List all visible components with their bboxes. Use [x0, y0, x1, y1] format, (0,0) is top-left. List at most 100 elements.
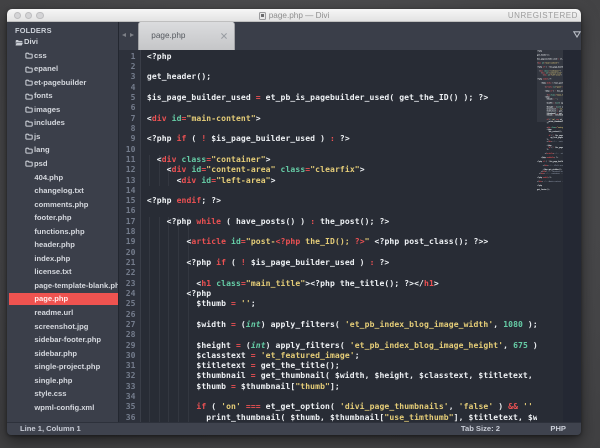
code-line: $thumb = '';: [146, 299, 256, 309]
line-number: 12: [125, 165, 136, 175]
line-number: 9: [130, 134, 136, 144]
code-line: $thumbnail = get_thumbnail( $width, $hei…: [146, 371, 533, 381]
code-line: $titletext = get_the_title();: [146, 361, 340, 371]
sidebar: FOLDERS Divi css epanel et-pagebuilder fonts…: [7, 22, 119, 422]
tree-file-style.css[interactable]: style.css: [7, 387, 118, 401]
code-line: </div> <!-- #left-area -->: [537, 164, 563, 167]
tree-file-footer.php[interactable]: footer.php: [7, 211, 118, 225]
line-number: 6: [130, 103, 136, 113]
tree-item-label: sidebar-footer.php: [34, 335, 102, 345]
tree-item-label: header.php: [34, 240, 75, 250]
tree-file-404.php[interactable]: 404.php: [7, 170, 118, 184]
tab-scroll-arrows: [121, 33, 134, 37]
tree-item-label: images: [34, 104, 61, 114]
tree-item-label: psd: [34, 158, 48, 168]
tree-item-label: Divi: [24, 37, 38, 47]
tree-file-single.php[interactable]: single.php: [7, 373, 118, 387]
line-number-gutter[interactable]: 1 2 3 4 5 6 7 8 9 10 11 12 13 14 15 16 17 18 19 20 21 22 23 24 2…: [118, 50, 141, 422]
line-number: 33: [125, 381, 136, 391]
tree-item-label: readme.url: [34, 308, 74, 317]
tree-file-header.php[interactable]: header.php: [7, 238, 118, 252]
line-number: 19: [125, 237, 136, 247]
code-line: print_thumbnail( $thumb, $thumbnail["use…: [146, 412, 537, 422]
tab-close-icon[interactable]: [220, 32, 228, 40]
cursor-position-label: Line 1, Column 1: [20, 424, 81, 433]
line-number: 13: [125, 175, 136, 185]
tab-overflow-icon[interactable]: [573, 31, 581, 39]
line-number: 34: [125, 392, 136, 402]
line-number: 4: [130, 82, 136, 92]
tree-item-label: includes: [34, 118, 65, 128]
scrollbar-track[interactable]: [562, 50, 581, 422]
tree-file-changelog.txt[interactable]: changelog.txt: [7, 184, 118, 198]
tree-file-index.php[interactable]: index.php: [7, 252, 118, 266]
tree-item-label: comments.php: [34, 199, 89, 209]
code-line: $classtext = 'et_featured_image';: [146, 350, 360, 360]
tree-file-wpml-config.xml[interactable]: wpml-config.xml: [7, 401, 118, 415]
status-bar: Line 1, Column 1 Tab Size: 2 PHP: [7, 422, 581, 435]
title-group: page.php — Divi: [7, 9, 581, 22]
tree-item-label: page.php: [34, 294, 69, 304]
line-number: 21: [125, 258, 136, 268]
minimap[interactable]: <?php get_header(); $is_page_builder_use…: [537, 50, 563, 422]
tree-item-label: page-template-blank.php: [34, 280, 119, 290]
code-line: <div id="content-area" class="clearfix">: [146, 165, 365, 175]
tab-size-label[interactable]: Tab Size: 2: [461, 423, 500, 435]
line-number: 17: [125, 216, 136, 226]
line-number: 5: [130, 93, 136, 103]
code-line: </div> <!-- .container -->: [537, 172, 563, 175]
line-numbers: 1 2 3 4 5 6 7 8 9 10 11 12 13 14 15 16 17 18 19 20 21 22 23 24 2…: [119, 52, 141, 422]
editor-area[interactable]: 1 2 3 4 5 6 7 8 9 10 11 12 13 14 15 16 17 18 19 20 21 22 23 24 2…: [118, 50, 581, 422]
tree-item-label: epanel: [34, 64, 59, 74]
tree-item-label: fonts: [34, 91, 53, 101]
tree-file-functions.php[interactable]: functions.php: [7, 224, 118, 238]
code-line: $thumb = $thumbnail["thumb"];: [146, 381, 340, 391]
line-number: 23: [125, 278, 136, 288]
tree-file-page-template-blank.php[interactable]: page-template-blank.php: [7, 279, 119, 293]
code-line: <h1 class="main_title"><?php the_title()…: [146, 278, 439, 288]
code-line: <article id="post-<?php the_ID(); ?>" <?…: [146, 237, 489, 247]
code-line: <div class="container">: [146, 154, 271, 164]
code-line: <?php endif; ?>: [146, 196, 222, 206]
tab-label: page.php: [151, 31, 186, 40]
tree-item-label: single-project.php: [34, 362, 101, 372]
code-line: $width = (int) apply_filters( 'et_pb_ind…: [146, 319, 537, 329]
tree-file-readme.url[interactable]: readme.url: [7, 306, 118, 320]
tree-file-comments.php[interactable]: comments.php: [7, 197, 118, 211]
tree-item-label: footer.php: [34, 213, 72, 223]
tree-item-label: changelog.txt: [34, 186, 84, 196]
tab-scroll-left-icon[interactable]: [121, 33, 126, 37]
tree-file-screenshot.jpg[interactable]: screenshot.jpg: [7, 319, 118, 333]
tree-item-label: 404.php: [34, 172, 64, 182]
tree-file-single-project.php[interactable]: single-project.php: [7, 360, 118, 374]
tree-item-label: single.php: [34, 375, 73, 385]
tree-file-license.txt[interactable]: license.txt: [7, 265, 118, 279]
line-number: 15: [125, 196, 136, 206]
line-number: 31: [125, 361, 136, 371]
tree-file-sidebar-footer.php[interactable]: sidebar-footer.php: [7, 333, 118, 347]
tree-folder-psd[interactable]: psd: [7, 157, 118, 171]
syntax-label[interactable]: PHP: [550, 423, 566, 435]
line-number: 8: [130, 123, 136, 133]
code-line: $height = (int) apply_filters( 'et_pb_in…: [146, 340, 537, 350]
code-view[interactable]: <?php get_header(); $is_page_builder_use…: [141, 50, 537, 422]
tree-file-page.php[interactable]: page.php: [7, 292, 118, 306]
code-line: </div> <!-- .entry-content -->: [537, 140, 563, 143]
line-number: 10: [125, 144, 136, 154]
code-line: <?php: [146, 288, 212, 298]
tab-page-php[interactable]: page.php: [138, 22, 235, 50]
line-number: 32: [125, 371, 136, 381]
line-number: 29: [125, 340, 136, 350]
line-number: 25: [125, 299, 136, 309]
tab-scroll-right-icon[interactable]: [129, 33, 134, 37]
minimap-viewport[interactable]: [537, 50, 563, 123]
tree-file-sidebar.php[interactable]: sidebar.php: [7, 346, 118, 360]
code-line: the_content();: [537, 130, 563, 133]
line-number: 7: [130, 113, 136, 123]
